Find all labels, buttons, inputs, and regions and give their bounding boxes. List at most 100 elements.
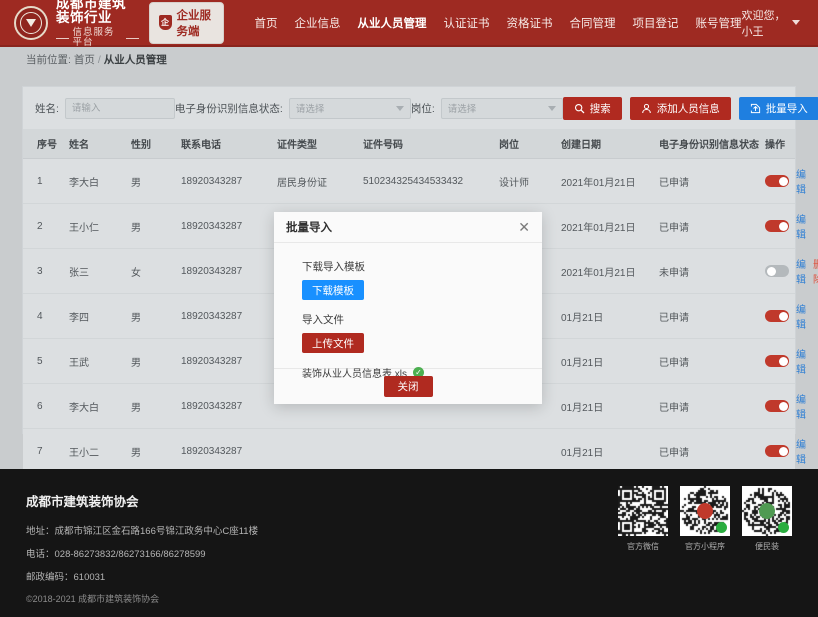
qrcode-badge-icon (778, 522, 789, 533)
edit-link[interactable]: 编辑 (796, 436, 806, 466)
add-person-button-label: 添加人员信息 (657, 101, 720, 116)
filter-name-group: 姓名: 请输入 (35, 98, 175, 119)
row-phone: 18920343287 (181, 204, 277, 249)
col-name: 姓名 (69, 129, 131, 159)
eid-toggle[interactable] (765, 265, 789, 277)
logo-emblem-icon (14, 6, 48, 40)
edit-link[interactable]: 编辑 (796, 301, 806, 331)
batch-import-button[interactable]: 批量导入 (739, 97, 818, 120)
search-button[interactable]: 搜索 (563, 97, 622, 120)
edit-link[interactable]: 编辑 (796, 346, 806, 376)
qrcode-logo-icon (759, 503, 775, 519)
eid-toggle[interactable] (765, 310, 789, 322)
row-created: 2021年01月21日 (561, 159, 659, 204)
row-operations: 编辑 (765, 384, 795, 429)
eid-status-select[interactable]: 请选择 (289, 98, 411, 119)
search-button-label: 搜索 (590, 101, 611, 116)
qrcode-caption: 便民装 (742, 541, 792, 552)
qrcode-service: 便民装 (742, 486, 792, 552)
nav-item-company-info[interactable]: 企业信息 (294, 15, 340, 31)
enterprise-portal-label: 企业服务端 (177, 7, 215, 39)
table-row: 1李大白男18920343287居民身份证510234325434533432设… (23, 159, 795, 204)
eid-toggle[interactable] (765, 445, 789, 457)
logo-title: 成都市建筑装饰行业 (56, 0, 139, 25)
user-menu[interactable]: 欢迎您，小王 (741, 7, 804, 39)
nav-item-project-registration[interactable]: 项目登记 (632, 15, 678, 31)
site-logo[interactable]: 成都市建筑装饰行业 信息服务平台 (14, 0, 139, 48)
user-icon (641, 103, 652, 114)
row-name: 王小仁 (69, 204, 131, 249)
filter-eid-group: 电子身份识别信息状态: 请选择 (175, 98, 411, 119)
name-input[interactable]: 请输入 (65, 98, 175, 119)
nav-item-qualification[interactable]: 资格证书 (506, 15, 552, 31)
upload-file-button[interactable]: 上传文件 (302, 333, 364, 353)
search-icon (574, 103, 585, 114)
row-gender: 女 (131, 249, 181, 294)
row-eid-status: 已申请 (659, 294, 765, 339)
add-person-button[interactable]: 添加人员信息 (630, 97, 731, 120)
row-name: 李大白 (69, 384, 131, 429)
col-post: 岗位 (499, 129, 561, 159)
eid-toggle[interactable] (765, 175, 789, 187)
edit-link[interactable]: 编辑 (796, 256, 806, 286)
edit-link[interactable]: 编辑 (796, 166, 806, 196)
qrcode-logo-icon (697, 503, 713, 519)
nav-item-staff-management[interactable]: 从业人员管理 (357, 15, 426, 31)
breadcrumb-home-link[interactable]: 首页 (74, 52, 95, 67)
eid-toggle[interactable] (765, 355, 789, 367)
eid-filter-label: 电子身份识别信息状态: (175, 101, 283, 116)
col-phone: 联系电话 (181, 129, 277, 159)
row-created: 01月21日 (561, 384, 659, 429)
nav-item-contract[interactable]: 合同管理 (569, 15, 615, 31)
logo-rule-left (56, 38, 69, 39)
col-id-no: 证件号码 (363, 129, 499, 159)
col-no: 序号 (23, 129, 69, 159)
qrcode-image (680, 486, 730, 536)
row-created: 01月21日 (561, 429, 659, 474)
row-name: 李四 (69, 294, 131, 339)
row-post: 设计师 (499, 159, 561, 204)
eid-toggle[interactable] (765, 400, 789, 412)
row-operations: 编辑 (765, 204, 795, 249)
logo-rule-right (126, 38, 139, 39)
main-nav: 首页 企业信息 从业人员管理 认证证书 资格证书 合同管理 项目登记 账号管理 (254, 15, 741, 31)
row-no: 2 (23, 204, 69, 249)
row-phone: 18920343287 (181, 159, 277, 204)
edit-link[interactable]: 编辑 (796, 211, 806, 241)
enterprise-portal-badge[interactable]: 企 企业服务端 (149, 2, 225, 44)
logo-subtitle-text: 信息服务平台 (73, 28, 122, 48)
row-created: 2021年01月21日 (561, 204, 659, 249)
site-header: 成都市建筑装饰行业 信息服务平台 企 企业服务端 首页 企业信息 从业人员管理 … (0, 0, 818, 47)
chevron-down-icon (792, 20, 800, 25)
app-page: 成都市建筑装饰行业 信息服务平台 企 企业服务端 首页 企业信息 从业人员管理 … (0, 0, 818, 617)
dialog-title: 批量导入 (286, 219, 332, 235)
row-operations: 编辑 (765, 339, 795, 384)
col-id-type: 证件类型 (277, 129, 363, 159)
close-icon[interactable]: ✕ (518, 220, 530, 234)
name-filter-label: 姓名: (35, 101, 59, 116)
qrcode-caption: 官方微信 (618, 541, 668, 552)
dialog-close-button[interactable]: 关闭 (384, 376, 433, 397)
row-eid-status: 已申请 (659, 339, 765, 384)
download-template-button[interactable]: 下载模板 (302, 280, 364, 300)
col-eid-status: 电子身份识别信息状态 (659, 129, 765, 159)
table-head: 序号 姓名 性别 联系电话 证件类型 证件号码 岗位 创建日期 电子身份识别信息… (23, 129, 795, 159)
nav-item-certification[interactable]: 认证证书 (443, 15, 489, 31)
row-id-type: 居民身份证 (277, 159, 363, 204)
eid-toggle[interactable] (765, 220, 789, 232)
edit-link[interactable]: 编辑 (796, 391, 806, 421)
post-select[interactable]: 请选择 (441, 98, 563, 119)
dialog-header: 批量导入 ✕ (274, 212, 542, 243)
breadcrumb-prefix: 当前位置: (26, 52, 71, 67)
nav-item-home[interactable]: 首页 (254, 15, 277, 31)
row-no: 6 (23, 384, 69, 429)
row-eid-status: 已申请 (659, 429, 765, 474)
row-eid-status: 已申请 (659, 204, 765, 249)
delete-link[interactable]: 删除 (813, 256, 818, 286)
nav-item-account[interactable]: 账号管理 (695, 15, 741, 31)
logo-subtitle: 信息服务平台 (56, 28, 139, 48)
row-operations: 编辑 (765, 159, 795, 204)
row-eid-status: 未申请 (659, 249, 765, 294)
breadcrumb-separator: / (98, 54, 101, 66)
row-eid-status: 已申请 (659, 384, 765, 429)
